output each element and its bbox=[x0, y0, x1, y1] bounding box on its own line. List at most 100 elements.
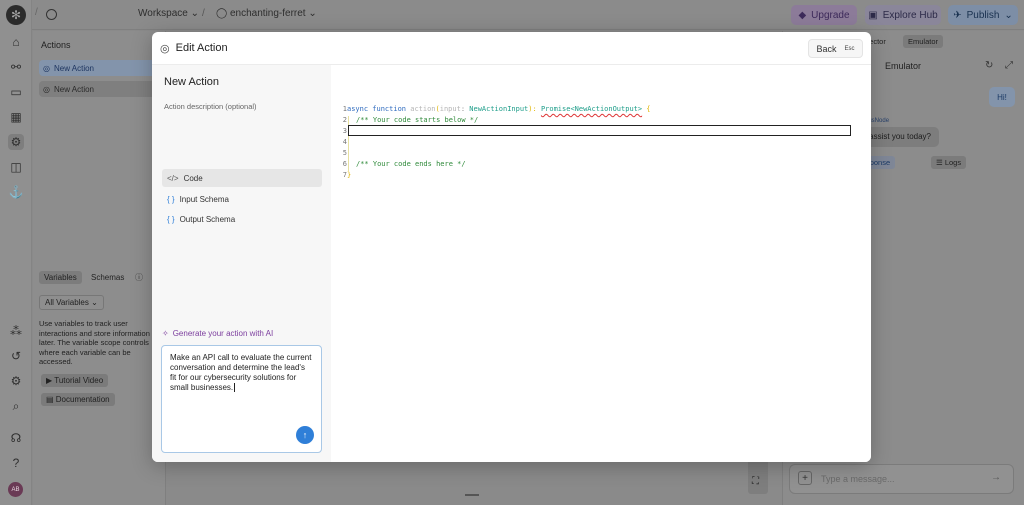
text-cursor bbox=[234, 383, 236, 392]
back-button[interactable]: Back Esc bbox=[808, 39, 863, 58]
tab-variables[interactable]: Variables bbox=[39, 271, 82, 284]
breadcrumb-separator: / bbox=[35, 7, 38, 18]
book-icon[interactable]: ▭ bbox=[8, 84, 24, 100]
tab-emulator[interactable]: Emulator bbox=[903, 35, 944, 48]
line-number: 7 bbox=[342, 171, 347, 179]
code-return-type: Promise<NewActionOutput> bbox=[540, 105, 643, 113]
message-input[interactable]: Type a message... bbox=[821, 474, 895, 484]
tab-output-schema-label: Output Schema bbox=[179, 214, 236, 224]
line-numbers: 1 2 3 4 5 6 7 bbox=[335, 104, 347, 181]
current-line-highlight bbox=[348, 125, 851, 136]
code-line-1: async function action(input: NewActionIn… bbox=[347, 104, 651, 115]
publish-button[interactable]: ✈ Publish ⌄ bbox=[948, 5, 1018, 25]
code-editor[interactable]: 1 2 3 4 5 6 7 async function action(inpu… bbox=[331, 65, 871, 462]
table-icon[interactable]: ▦ bbox=[8, 109, 24, 125]
generate-label-text: Generate your action with AI bbox=[172, 329, 274, 338]
settings-icon: ◎ bbox=[160, 42, 170, 55]
logs-button[interactable]: ☰ Logs bbox=[931, 156, 967, 169]
workspace-circle-icon bbox=[46, 9, 57, 20]
line-number: 5 bbox=[342, 149, 347, 157]
braces-icon: { } bbox=[167, 214, 175, 224]
app-logo-icon[interactable]: ✻ bbox=[6, 5, 26, 25]
tab-code-label: Code bbox=[183, 173, 203, 183]
variables-filter-dropdown[interactable]: All Variables ⌄ bbox=[39, 295, 104, 310]
fullscreen-icon[interactable]: ⛶ bbox=[752, 476, 759, 487]
action-name-field[interactable]: New Action bbox=[164, 76, 219, 88]
workspace-label: Workspace bbox=[138, 8, 188, 19]
code-type: NewActionInput bbox=[469, 105, 529, 113]
breadcrumb-separator: / bbox=[202, 8, 205, 19]
send-arrow-icon[interactable]: → bbox=[991, 472, 1001, 483]
explore-hub-label: Explore Hub bbox=[882, 9, 938, 21]
variables-panel: Variables Schemas ⓘ All Variables ⌄ Use … bbox=[33, 268, 166, 505]
line-number: 2 bbox=[342, 116, 347, 124]
upgrade-button[interactable]: ◆ Upgrade bbox=[791, 5, 857, 25]
help-icon[interactable]: ⓘ bbox=[135, 272, 143, 283]
action-icon: ◎ bbox=[43, 63, 50, 73]
tab-input-schema[interactable]: { } Input Schema bbox=[162, 190, 322, 208]
action-item-label: New Action bbox=[53, 84, 95, 94]
help-icon[interactable]: ? bbox=[8, 455, 24, 471]
rocket-icon: ✈ bbox=[953, 9, 962, 21]
gear-icon[interactable]: ⚙ bbox=[8, 373, 24, 389]
line-number: 6 bbox=[342, 160, 347, 168]
attach-plus-icon[interactable]: + bbox=[798, 471, 812, 485]
line-number: 1 bbox=[342, 105, 347, 113]
sparkle-icon: ✧ bbox=[162, 329, 169, 338]
tab-output-schema[interactable]: { } Output Schema bbox=[162, 210, 322, 228]
modal-header: ◎ Edit Action bbox=[152, 32, 871, 65]
action-icon: ◎ bbox=[43, 84, 50, 94]
chevron-down-icon: ⌄ bbox=[308, 8, 317, 19]
tab-schemas[interactable]: Schemas bbox=[91, 273, 124, 282]
code-function-name: action bbox=[410, 105, 436, 113]
tutorial-video-link[interactable]: ▶ Tutorial Video bbox=[41, 374, 109, 387]
headset-icon[interactable]: ☊ bbox=[8, 430, 24, 446]
left-rail: ✻ ⌂ ⚯ ▭ ▦ ⚙ ◫ ⚓ ⁂ ↺ ⚙ ⌕ ☊ ? AB bbox=[0, 0, 32, 505]
project-selector[interactable]: ◯ enchanting-ferret ⌄ bbox=[216, 8, 317, 19]
refresh-icon[interactable]: ↻ bbox=[985, 60, 993, 71]
esc-hint: Esc bbox=[844, 45, 855, 52]
integrations-icon[interactable]: ⁂ bbox=[8, 323, 24, 339]
workspace-selector[interactable]: Workspace ⌄ bbox=[138, 8, 199, 19]
edit-action-modal: ◎ Edit Action Back Esc New Action Action… bbox=[152, 32, 871, 462]
action-item[interactable]: ◎ New Action bbox=[39, 81, 159, 97]
expand-icon[interactable]: ⤢ bbox=[1005, 60, 1013, 71]
project-globe-icon: ◯ bbox=[216, 8, 228, 19]
action-item[interactable]: ◎ New Action bbox=[39, 60, 159, 76]
avatar[interactable]: AB bbox=[8, 482, 23, 497]
emulator-title: Emulator bbox=[885, 61, 922, 71]
braces-icon: { } bbox=[167, 194, 175, 204]
line-number: 4 bbox=[342, 138, 347, 146]
settings-gear-icon[interactable]: ⚙ bbox=[8, 134, 24, 150]
back-label: Back bbox=[816, 43, 837, 54]
tutorial-video-label: Tutorial Video bbox=[54, 376, 104, 385]
logs-label: Logs bbox=[944, 158, 962, 167]
prompt-text: Make an API call to evaluate the current… bbox=[170, 353, 312, 392]
resize-handle[interactable] bbox=[465, 494, 479, 496]
user-message: Hi! bbox=[989, 87, 1015, 107]
send-prompt-button[interactable]: ↑ bbox=[296, 426, 314, 444]
chevron-down-icon: ⌄ bbox=[190, 8, 200, 19]
home-icon[interactable]: ⌂ bbox=[8, 34, 24, 50]
documentation-link[interactable]: ▤ Documentation bbox=[41, 393, 115, 406]
code-colon: : bbox=[460, 105, 470, 113]
chevron-down-icon: ⌄ bbox=[1004, 9, 1013, 21]
generate-with-ai-label: ✧ Generate your action with AI bbox=[162, 329, 273, 338]
anchor-icon[interactable]: ⚓ bbox=[8, 184, 24, 200]
search-icon[interactable]: ⌕ bbox=[8, 398, 24, 414]
upgrade-label: Upgrade bbox=[811, 9, 850, 21]
code-param: input bbox=[439, 105, 461, 113]
tab-code[interactable]: </> Code bbox=[162, 169, 322, 187]
modal-title: Edit Action bbox=[175, 42, 228, 54]
tab-input-schema-label: Input Schema bbox=[179, 194, 229, 204]
code-comment-end: /** Your code ends here */ bbox=[356, 160, 466, 168]
code-close-brace: } bbox=[347, 171, 352, 179]
robot-icon[interactable]: ◫ bbox=[8, 159, 24, 175]
action-description-field[interactable]: Action description (optional) bbox=[164, 102, 257, 111]
project-label: enchanting-ferret bbox=[229, 8, 306, 19]
flow-icon[interactable]: ⚯ bbox=[8, 59, 24, 75]
publish-label: Publish bbox=[966, 9, 1000, 21]
history-icon[interactable]: ↺ bbox=[8, 348, 24, 364]
action-item-label: New Action bbox=[53, 63, 95, 73]
explore-hub-button[interactable]: ▣ Explore Hub bbox=[865, 5, 941, 25]
